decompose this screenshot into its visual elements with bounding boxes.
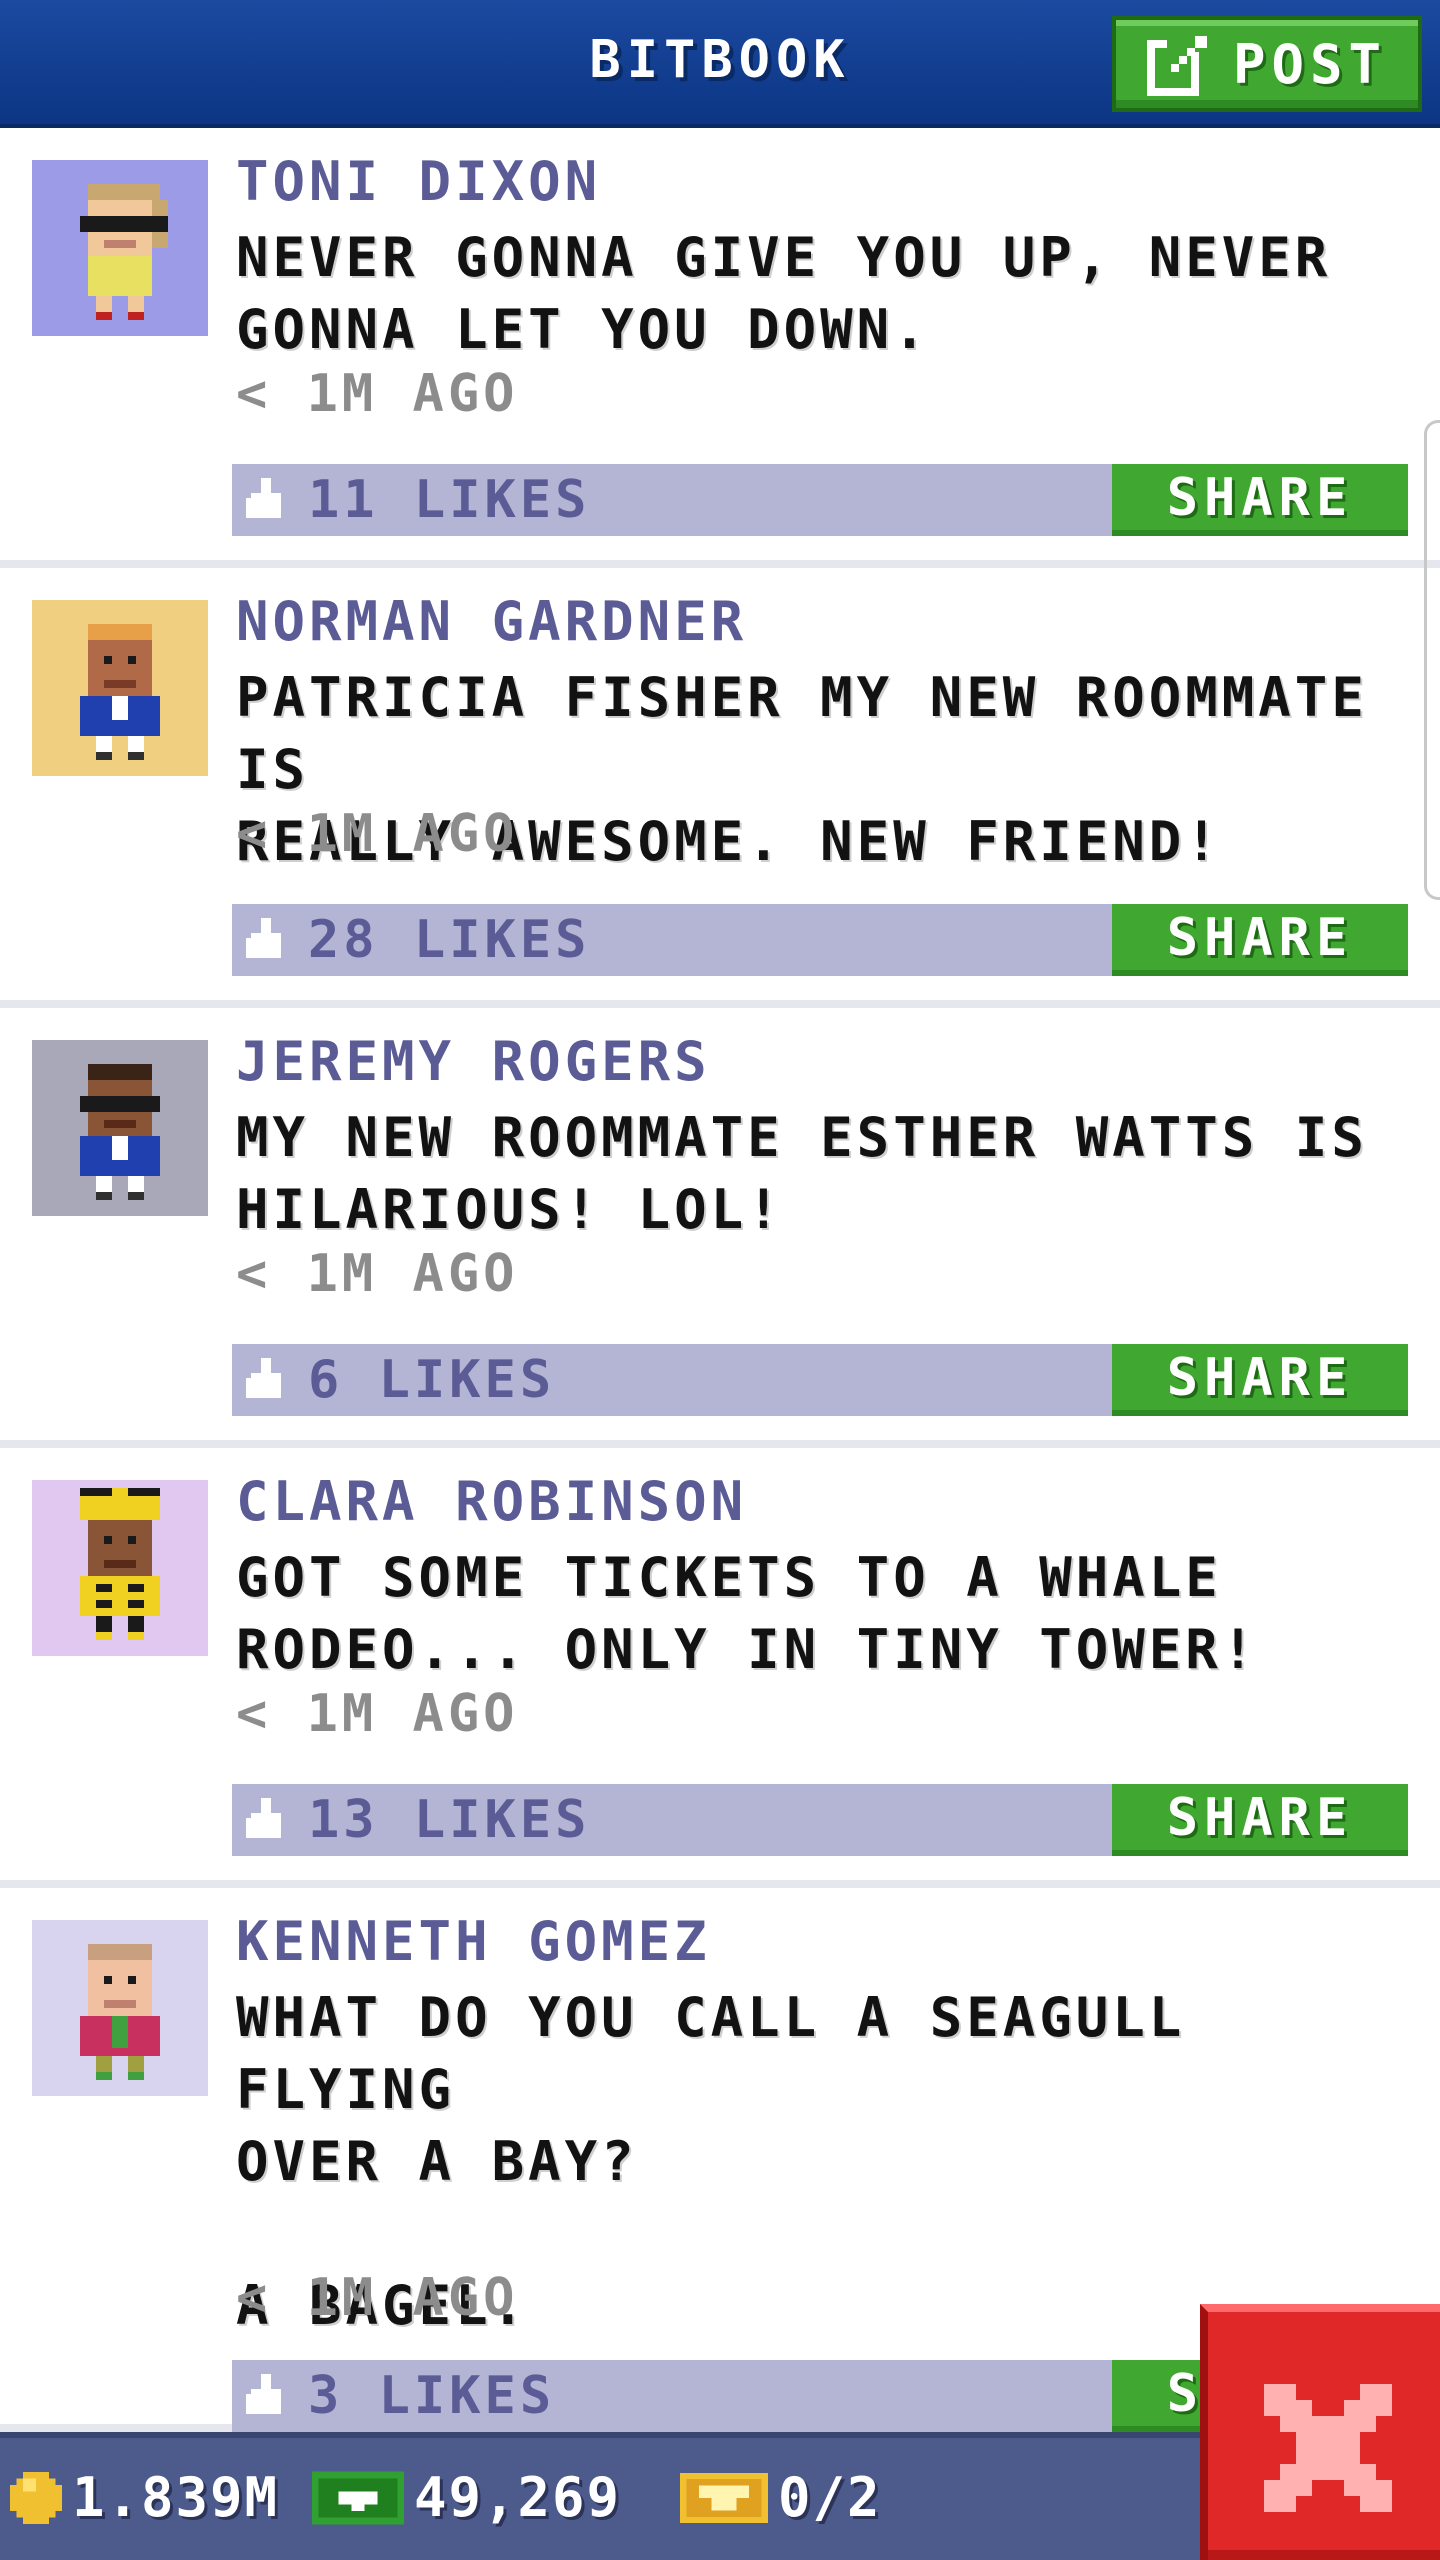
- share-button[interactable]: SHARE: [1112, 1344, 1408, 1416]
- thumbs-up-icon: [246, 2374, 286, 2414]
- header-bar: BITBOOK POST: [0, 0, 1440, 128]
- thumbs-up-icon: [246, 1798, 286, 1838]
- post-item: NORMAN GARDNER PATRICIA FISHER MY NEW RO…: [0, 568, 1440, 1008]
- post-message: MY NEW ROOMMATE ESTHER WATTS IS HILARIOU…: [236, 1106, 1368, 1241]
- like-bar[interactable]: 11 LIKES SHARE: [232, 464, 1408, 536]
- share-button[interactable]: SHARE: [1112, 464, 1408, 536]
- close-icon: [1208, 2384, 1440, 2512]
- thumbs-up-icon: [246, 478, 286, 518]
- like-count: 6 LIKES: [308, 1350, 556, 1410]
- post-author: JEREMY ROGERS: [236, 1030, 711, 1093]
- bitbook-app: BITBOOK POST TONI DIXON NEVER GONNA GIVE…: [0, 0, 1440, 2560]
- post-author: CLARA ROBINSON: [236, 1470, 748, 1533]
- post-author: TONI DIXON: [236, 150, 602, 213]
- avatar[interactable]: [32, 1040, 208, 1216]
- post-author: KENNETH GOMEZ: [236, 1910, 711, 1973]
- like-bar[interactable]: 28 LIKES SHARE: [232, 904, 1408, 976]
- bux-stat: 49,269: [312, 2466, 621, 2529]
- tickets-stat: 0/2: [680, 2466, 882, 2529]
- compose-icon: [1146, 32, 1211, 96]
- avatar[interactable]: [32, 1920, 208, 2096]
- avatar[interactable]: [32, 160, 208, 336]
- post-button-label: POST: [1232, 32, 1388, 96]
- close-button[interactable]: [1200, 2304, 1440, 2560]
- post-item: CLARA ROBINSON GOT SOME TICKETS TO A WHA…: [0, 1448, 1440, 1888]
- like-count: 11 LIKES: [308, 470, 591, 530]
- coin-icon: [10, 2471, 62, 2524]
- post-message: NEVER GONNA GIVE YOU UP, NEVER GONNA LET…: [236, 226, 1332, 361]
- post-timestamp: < 1M AGO: [236, 2268, 519, 2328]
- share-button[interactable]: SHARE: [1112, 904, 1408, 976]
- like-count: 13 LIKES: [308, 1790, 591, 1850]
- thumbs-up-icon: [246, 918, 286, 958]
- post-timestamp: < 1M AGO: [236, 804, 519, 864]
- avatar[interactable]: [32, 1480, 208, 1656]
- like-count: 3 LIKES: [308, 2366, 556, 2426]
- post-item: JEREMY ROGERS MY NEW ROOMMATE ESTHER WAT…: [0, 1008, 1440, 1448]
- ticket-icon: [680, 2470, 768, 2526]
- post-item: TONI DIXON NEVER GONNA GIVE YOU UP, NEVE…: [0, 128, 1440, 568]
- coins-value: 1.839M: [72, 2466, 280, 2529]
- post-message: GOT SOME TICKETS TO A WHALE RODEO... ONL…: [236, 1546, 1259, 1681]
- share-button[interactable]: SHARE: [1112, 1784, 1408, 1856]
- post-timestamp: < 1M AGO: [236, 1244, 519, 1304]
- coins-stat: 1.839M: [10, 2466, 279, 2529]
- post-button[interactable]: POST: [1112, 16, 1422, 112]
- thumbs-up-icon: [246, 1358, 286, 1398]
- post-timestamp: < 1M AGO: [236, 1684, 519, 1744]
- post-author: NORMAN GARDNER: [236, 590, 748, 653]
- like-bar[interactable]: 13 LIKES SHARE: [232, 1784, 1408, 1856]
- scroll-indicator[interactable]: [1424, 420, 1440, 900]
- bux-value: 49,269: [414, 2466, 622, 2529]
- feed-list[interactable]: TONI DIXON NEVER GONNA GIVE YOU UP, NEVE…: [0, 128, 1440, 2432]
- post-timestamp: < 1M AGO: [236, 364, 519, 424]
- bux-icon: [312, 2470, 404, 2526]
- like-count: 28 LIKES: [308, 910, 591, 970]
- like-bar[interactable]: 6 LIKES SHARE: [232, 1344, 1408, 1416]
- avatar[interactable]: [32, 600, 208, 776]
- tickets-value: 0/2: [778, 2466, 882, 2529]
